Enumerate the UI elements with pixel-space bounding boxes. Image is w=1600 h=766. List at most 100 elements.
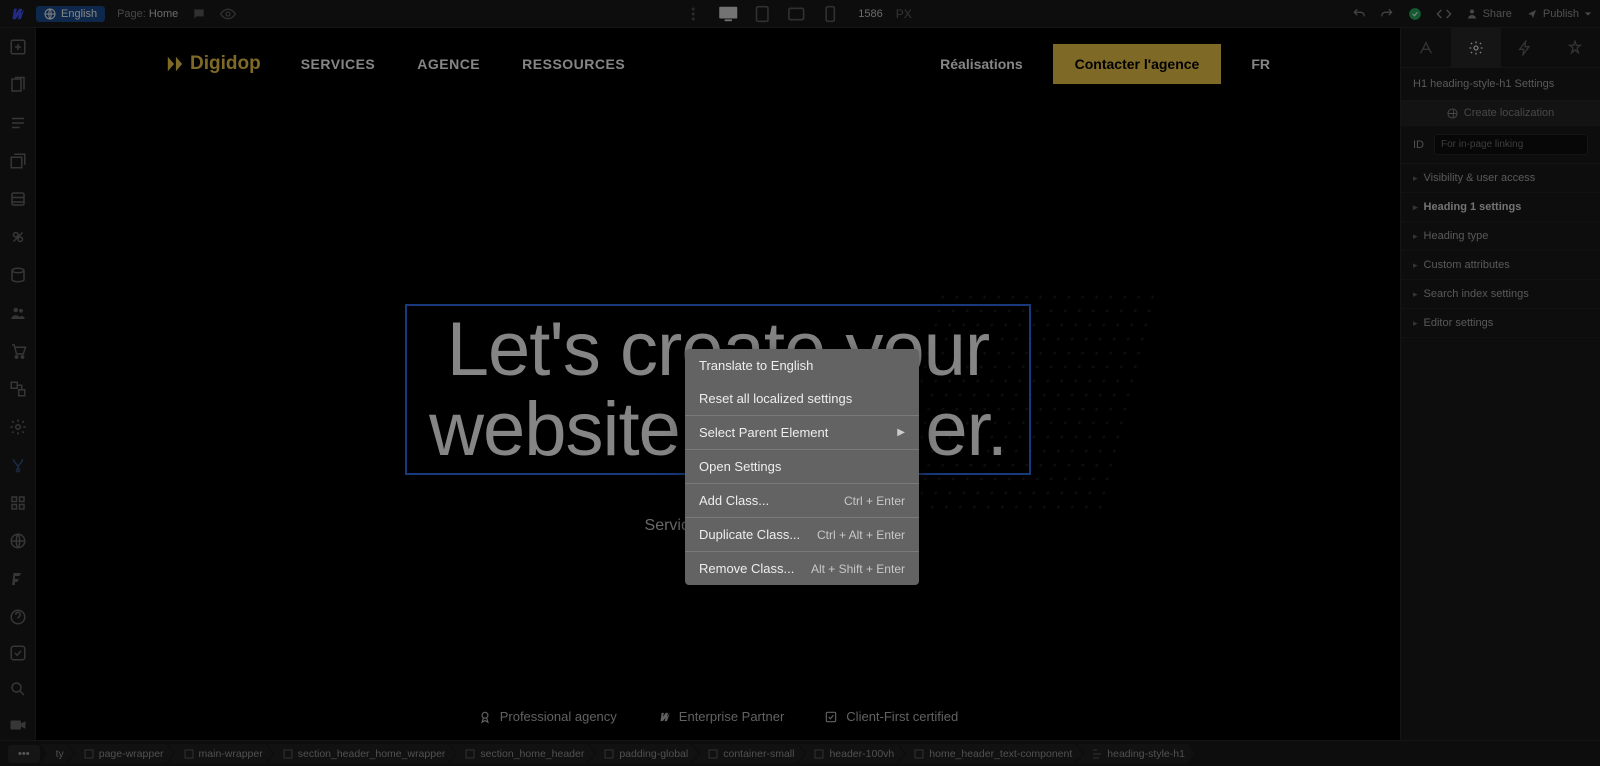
breadcrumb-item[interactable]: header-100vh bbox=[798, 744, 904, 764]
badge-icon bbox=[478, 710, 492, 724]
left-toolbar bbox=[0, 28, 36, 740]
code-export-icon[interactable] bbox=[1436, 6, 1452, 22]
ctx-reset-localized[interactable]: Reset all localized settings bbox=[685, 382, 919, 415]
cms-icon[interactable] bbox=[9, 266, 27, 284]
topbar-right-controls: Share Publish bbox=[1352, 6, 1592, 22]
breadcrumb-item[interactable]: container-small bbox=[692, 744, 804, 764]
search-icon[interactable] bbox=[9, 680, 27, 698]
locale-switcher[interactable]: English bbox=[36, 6, 105, 22]
variables-icon[interactable] bbox=[9, 190, 27, 208]
nav-link-services[interactable]: SERVICES bbox=[301, 56, 376, 72]
accordion-custom-attributes[interactable]: Custom attributes bbox=[1401, 251, 1600, 280]
nav-link-realisations[interactable]: Réalisations bbox=[940, 56, 1022, 72]
contact-cta-button[interactable]: Contacter l'agence bbox=[1053, 44, 1222, 84]
device-mobile-icon[interactable] bbox=[818, 4, 842, 24]
trust-clientfirst-label: Client-First certified bbox=[846, 709, 958, 724]
share-button[interactable]: Share bbox=[1466, 8, 1512, 20]
undo-icon[interactable] bbox=[1352, 7, 1366, 21]
device-tablet-landscape-icon[interactable] bbox=[784, 4, 808, 24]
language-switch[interactable]: FR bbox=[1251, 56, 1270, 72]
redo-icon[interactable] bbox=[1380, 7, 1394, 21]
settings-gear-icon[interactable] bbox=[9, 418, 27, 436]
breadcrumb-item[interactable]: section_home_header bbox=[449, 744, 594, 764]
element-id-input[interactable] bbox=[1434, 134, 1588, 155]
ctx-translate[interactable]: Translate to English bbox=[685, 349, 919, 382]
breadcrumb-item[interactable]: padding-global bbox=[588, 744, 698, 764]
navigator-icon[interactable] bbox=[9, 114, 27, 132]
trust-professional: Professional agency bbox=[478, 709, 617, 724]
tab-settings[interactable] bbox=[1451, 28, 1501, 67]
primary-nav: SERVICES AGENCE RESSOURCES bbox=[301, 56, 625, 72]
publish-label: Publish bbox=[1543, 8, 1579, 20]
globe-icon bbox=[1447, 108, 1458, 119]
breadcrumb-item[interactable]: section_header_home_wrapper bbox=[267, 744, 456, 764]
video-tutorial-icon[interactable] bbox=[9, 716, 27, 734]
breadcrumb-item[interactable]: page-wrapper bbox=[68, 744, 174, 764]
site-header: Digidop SERVICES AGENCE RESSOURCES Réali… bbox=[36, 28, 1400, 100]
tab-effects[interactable] bbox=[1550, 28, 1600, 67]
localize-button-label: Create localization bbox=[1464, 107, 1555, 119]
canvas-width-unit: PX bbox=[896, 7, 912, 21]
shortcut-label: Alt + Shift + Enter bbox=[811, 562, 905, 576]
assets-icon[interactable] bbox=[9, 494, 27, 512]
help-icon[interactable] bbox=[9, 608, 27, 626]
accordion-editor-settings[interactable]: Editor settings bbox=[1401, 309, 1600, 338]
components-icon[interactable] bbox=[9, 152, 27, 170]
brand-text: Digidop bbox=[190, 53, 261, 75]
ctx-duplicate-class[interactable]: Duplicate Class...Ctrl + Alt + Enter bbox=[685, 517, 919, 551]
ctx-open-settings[interactable]: Open Settings bbox=[685, 449, 919, 483]
users-icon[interactable] bbox=[9, 304, 27, 322]
logo-mark-icon bbox=[166, 55, 184, 73]
webflow-logo-icon[interactable] bbox=[8, 5, 26, 23]
pages-icon[interactable] bbox=[9, 76, 27, 94]
ecommerce-icon[interactable] bbox=[9, 342, 27, 360]
breadcrumb-item-current[interactable]: heading-style-h1 bbox=[1076, 744, 1195, 764]
locale-globe-icon[interactable] bbox=[9, 532, 27, 550]
accordion-search-index[interactable]: Search index settings bbox=[1401, 280, 1600, 309]
breadcrumb-bar: ••• ty page-wrapper main-wrapper section… bbox=[0, 740, 1600, 766]
accordion-heading-type[interactable]: Heading type bbox=[1401, 222, 1600, 251]
ctx-remove-class[interactable]: Remove Class...Alt + Shift + Enter bbox=[685, 551, 919, 585]
locale-label: English bbox=[61, 8, 97, 20]
breadcrumb-item[interactable]: main-wrapper bbox=[168, 744, 273, 764]
add-element-icon[interactable] bbox=[9, 38, 27, 56]
context-menu: Translate to English Reset all localized… bbox=[685, 349, 919, 585]
create-localization-button[interactable]: Create localization bbox=[1401, 101, 1600, 126]
shortcut-label: Ctrl + Enter bbox=[844, 494, 905, 508]
ctx-add-class[interactable]: Add Class...Ctrl + Enter bbox=[685, 483, 919, 517]
trust-partner-label: Enterprise Partner bbox=[679, 709, 785, 724]
comments-icon[interactable] bbox=[192, 7, 206, 21]
nav-link-ressources[interactable]: RESSOURCES bbox=[522, 56, 625, 72]
page-name: Home bbox=[149, 8, 178, 20]
accordion-heading1-settings[interactable]: Heading 1 settings bbox=[1401, 193, 1600, 222]
site-logo[interactable]: Digidop bbox=[166, 53, 261, 75]
style-manager-icon[interactable] bbox=[9, 228, 27, 246]
tab-interactions[interactable] bbox=[1501, 28, 1551, 67]
chevron-down-icon bbox=[1584, 10, 1592, 18]
accordion-visibility[interactable]: Visibility & user access bbox=[1401, 164, 1600, 193]
preview-eye-icon[interactable] bbox=[220, 6, 236, 22]
device-tablet-icon[interactable] bbox=[750, 4, 774, 24]
page-breadcrumb[interactable]: Page: Home bbox=[117, 8, 178, 20]
breadcrumb-truncated[interactable]: ty bbox=[40, 744, 74, 764]
publish-button[interactable]: Publish bbox=[1526, 8, 1592, 20]
breakpoint-menu-icon[interactable] bbox=[688, 7, 698, 21]
finsweet-icon[interactable] bbox=[9, 570, 27, 588]
apps-icon[interactable] bbox=[9, 456, 27, 474]
designer-topbar: English Page: Home 1586 PX bbox=[0, 0, 1600, 28]
page-prefix: Page: bbox=[117, 8, 146, 20]
trust-badges-row: Professional agency Enterprise Partner C… bbox=[36, 709, 1400, 724]
trust-partner: Enterprise Partner bbox=[657, 709, 785, 724]
ctx-select-parent[interactable]: Select Parent Element▶ bbox=[685, 415, 919, 449]
logic-icon[interactable] bbox=[9, 380, 27, 398]
audit-check-icon[interactable] bbox=[9, 644, 27, 662]
panel-title: H1 heading-style-h1 Settings bbox=[1401, 68, 1600, 101]
status-ok-icon[interactable] bbox=[1408, 7, 1422, 21]
nav-link-agence[interactable]: AGENCE bbox=[417, 56, 480, 72]
breadcrumb-item[interactable]: home_header_text-component bbox=[898, 744, 1082, 764]
tab-style[interactable] bbox=[1401, 28, 1451, 67]
canvas-width-value[interactable]: 1586 bbox=[858, 8, 882, 20]
certificate-icon bbox=[824, 710, 838, 724]
device-desktop-icon[interactable] bbox=[716, 4, 740, 24]
breadcrumb-overflow[interactable]: ••• bbox=[8, 745, 40, 763]
